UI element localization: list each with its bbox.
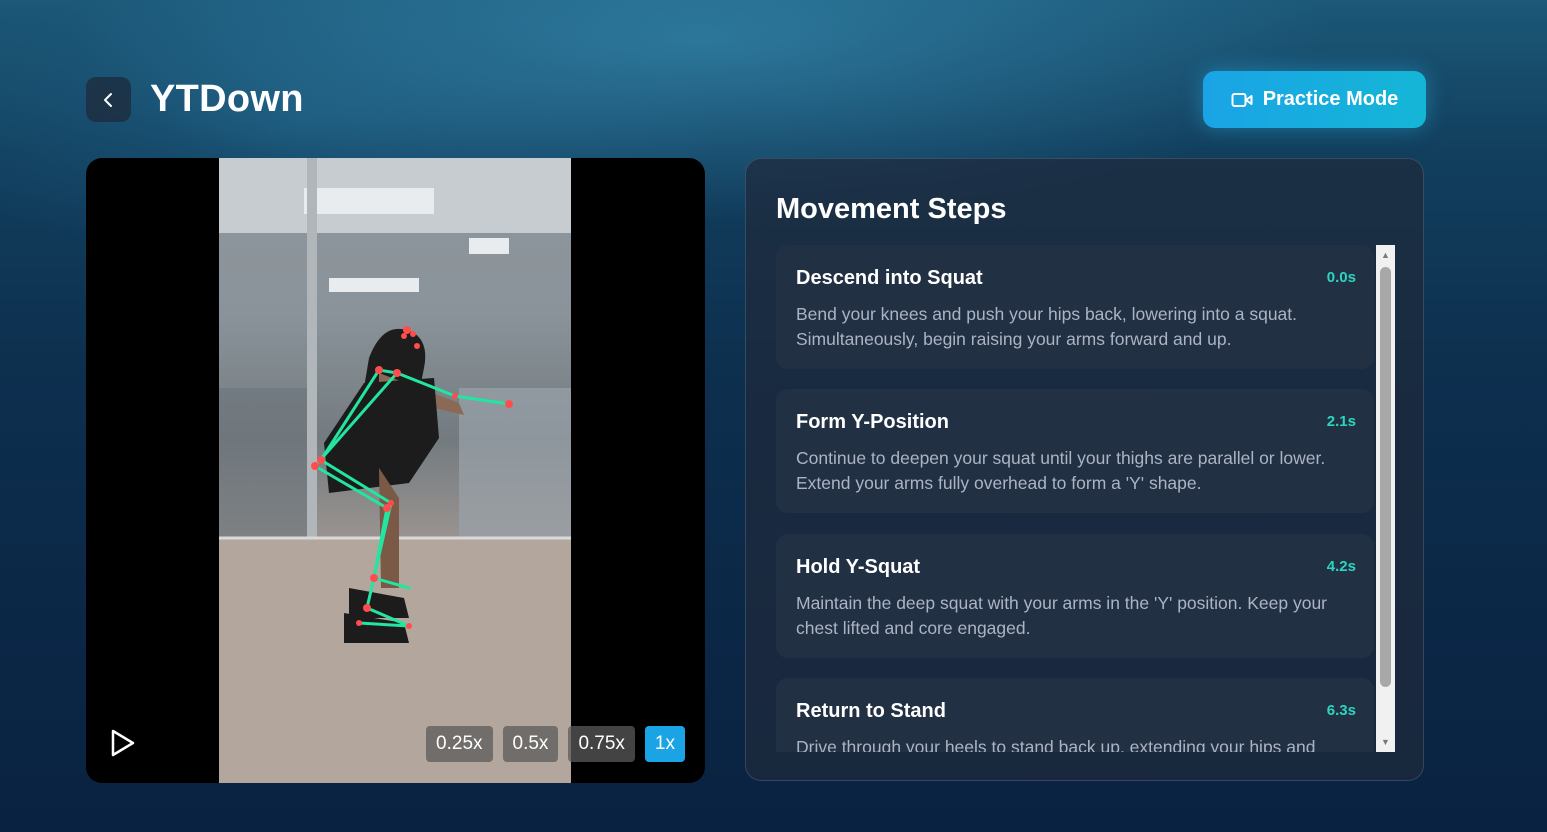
step-time: 6.3s <box>1326 702 1356 719</box>
step-name: Form Y-Position <box>796 411 949 433</box>
pose-skeleton <box>311 326 513 629</box>
practice-mode-button[interactable]: Practice Mode <box>1203 71 1426 128</box>
page-title: YTDown <box>150 78 304 120</box>
step-description: Maintain the deep squat with your arms i… <box>796 593 1328 638</box>
movement-steps-panel: Movement Steps Descend into Squat 0.0s B… <box>745 158 1424 781</box>
steps-scrollbar[interactable]: ▲ ▼ <box>1376 245 1395 752</box>
play-icon[interactable] <box>108 728 138 758</box>
steps-list[interactable]: Descend into Squat 0.0s Bend your knees … <box>776 245 1374 752</box>
step-time: 2.1s <box>1326 413 1356 430</box>
video-camera-icon <box>1231 92 1253 107</box>
step-card-form-y-position[interactable]: Form Y-Position 2.1s Continue to deepen … <box>776 389 1374 513</box>
scroll-down-arrow-icon[interactable]: ▼ <box>1376 734 1395 750</box>
scroll-thumb[interactable] <box>1380 267 1391 687</box>
step-name: Hold Y-Squat <box>796 556 921 578</box>
step-description: Drive through your heels to stand back u… <box>796 737 1316 752</box>
chevron-left-icon <box>103 92 112 107</box>
step-card-return-to-stand[interactable]: Return to Stand 6.3s Drive through your … <box>776 678 1374 752</box>
step-card-hold-y-squat[interactable]: Hold Y-Squat 4.2s Maintain the deep squa… <box>776 534 1374 658</box>
video-frame <box>219 158 571 783</box>
step-card-descend-into-squat[interactable]: Descend into Squat 0.0s Bend your knees … <box>776 245 1374 369</box>
speed-button-0.5x[interactable]: 0.5x <box>502 726 559 762</box>
scroll-up-arrow-icon[interactable]: ▲ <box>1376 247 1395 263</box>
speed-button-0.75x[interactable]: 0.75x <box>568 726 635 762</box>
step-name: Descend into Squat <box>796 267 983 289</box>
video-player[interactable]: 0.25x 0.5x 0.75x 1x <box>86 158 705 783</box>
step-name: Return to Stand <box>796 700 946 722</box>
playback-speed-controls: 0.25x 0.5x 0.75x 1x <box>426 726 685 762</box>
speed-button-0.25x[interactable]: 0.25x <box>426 726 493 762</box>
step-description: Bend your knees and push your hips back,… <box>796 304 1298 349</box>
practice-mode-label: Practice Mode <box>1262 88 1399 110</box>
speed-button-1x[interactable]: 1x <box>644 726 685 762</box>
steps-title: Movement Steps <box>776 193 1007 225</box>
back-button[interactable] <box>86 77 131 122</box>
step-description: Continue to deepen your squat until your… <box>796 448 1326 493</box>
step-time: 0.0s <box>1326 269 1356 286</box>
step-time: 4.2s <box>1326 558 1356 575</box>
